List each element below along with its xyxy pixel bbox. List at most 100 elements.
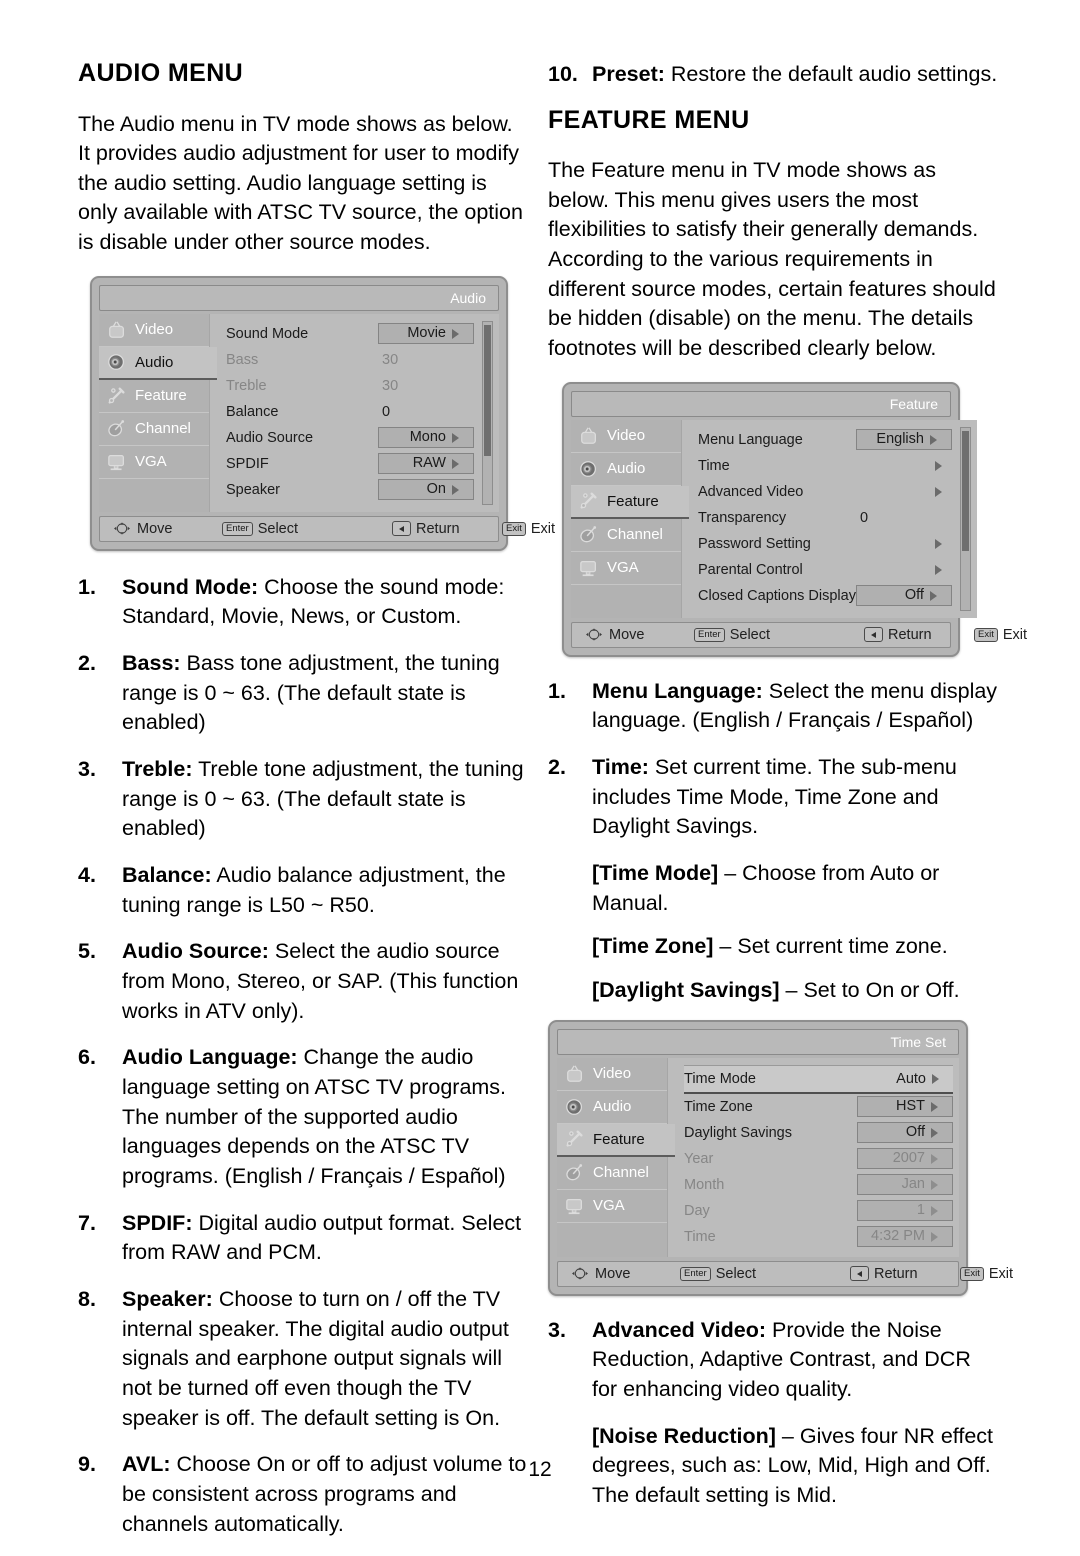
osd-row-submenu-arrow[interactable] <box>856 486 952 497</box>
osd-row[interactable]: Month Jan <box>684 1172 953 1198</box>
sidebar-item-feature[interactable]: Feature <box>557 1123 675 1157</box>
wrench-icon <box>566 1130 583 1147</box>
footer-move: Move <box>112 521 222 537</box>
osd-row[interactable]: Time <box>698 453 952 479</box>
footer-move-label: Move <box>595 1265 631 1282</box>
chevron-right-icon <box>931 1231 945 1242</box>
osd-row-value[interactable]: Movie <box>378 323 474 345</box>
sidebar-item-video[interactable]: Video <box>571 420 681 453</box>
speaker-icon <box>108 354 124 371</box>
osd-row[interactable]: Menu Language English <box>698 427 952 453</box>
osd-row[interactable]: Audio Source Mono <box>226 425 474 451</box>
osd-row[interactable]: Password Setting <box>698 531 952 557</box>
sidebar-item-channel[interactable]: Channel <box>571 519 681 552</box>
satellite-dish-icon <box>566 1163 583 1180</box>
osd-row-value-text: English <box>876 431 924 448</box>
sidebar-item-video[interactable]: Video <box>99 314 209 347</box>
osd-footer: Move Enter Select Return Exit Exit <box>571 621 1027 648</box>
osd-row-value[interactable]: Off <box>857 1122 953 1144</box>
osd-row-value[interactable]: Mono <box>378 427 474 449</box>
sidebar-item-vga[interactable]: VGA <box>557 1190 667 1223</box>
osd-row[interactable]: Transparency 0 <box>698 505 952 531</box>
left-arrow-key-badge <box>864 627 883 643</box>
sidebar-item-audio[interactable]: Audio <box>99 346 217 380</box>
sidebar-item-video[interactable]: Video <box>557 1058 667 1091</box>
osd-row-value[interactable]: Off <box>855 585 952 607</box>
footer-return-label: Return <box>416 520 460 537</box>
osd-row-value[interactable]: 2007 <box>857 1148 953 1170</box>
subnote: [Time Mode] – Choose from Auto or Manual… <box>548 859 1000 918</box>
osd-row-value[interactable]: English <box>855 429 952 451</box>
list-item-term: Treble: <box>122 757 193 782</box>
sidebar-item-audio[interactable]: Audio <box>557 1091 667 1124</box>
tv-icon <box>567 1065 583 1082</box>
sidebar-item-vga[interactable]: VGA <box>99 446 209 479</box>
scrollbar-thumb[interactable] <box>484 325 491 457</box>
list-item: 1. Menu Language: Select the menu display… <box>548 677 1000 736</box>
osd-row-value[interactable]: 1 <box>857 1200 953 1222</box>
feature-menu-intro-paragraph: The Feature menu in TV mode shows as bel… <box>548 158 996 361</box>
osd-row[interactable]: Balance 0 <box>226 399 474 425</box>
chevron-right-icon <box>931 1127 945 1138</box>
osd-row[interactable]: Daylight Savings Off <box>684 1120 953 1146</box>
chevron-right-icon <box>929 590 944 601</box>
osd-row[interactable]: Year 2007 <box>684 1146 953 1172</box>
osd-row-submenu-arrow[interactable] <box>856 460 952 471</box>
osd-scrollbar[interactable] <box>959 426 971 611</box>
dpad-icon <box>572 1267 588 1280</box>
list-item-term: Advanced Video: <box>592 1317 767 1342</box>
chevron-right-icon <box>931 1205 945 1216</box>
osd-row[interactable]: Time Mode Auto <box>684 1064 953 1094</box>
list-item: 4. Balance: Audio balance adjustment, the… <box>78 861 530 920</box>
list-item: 2. Bass: Bass tone adjustment, the tuning… <box>78 649 530 738</box>
osd-row-label: Month <box>684 1176 725 1193</box>
osd-row-value[interactable]: RAW <box>378 453 474 475</box>
osd-row-value-text: Mono <box>409 429 446 446</box>
osd-row[interactable]: Closed Captions Display Off <box>698 583 952 609</box>
osd-row[interactable]: Speaker On <box>226 477 474 503</box>
osd-row-value[interactable]: Auto <box>857 1071 953 1087</box>
sidebar-item-channel[interactable]: Channel <box>557 1157 667 1190</box>
footer-exit: Exit Exit <box>974 627 1027 643</box>
osd-row-label: Time Zone <box>684 1098 753 1115</box>
list-item-term: Time: <box>592 755 649 780</box>
osd-row[interactable]: Time Zone HST <box>684 1094 953 1120</box>
osd-panel: Menu Language English Time Advanced Video Tr… <box>681 419 977 618</box>
osd-row[interactable]: Parental Control <box>698 557 952 583</box>
osd-row-value[interactable]: 4:32 PM <box>857 1226 953 1248</box>
satellite-dish-icon <box>580 525 597 543</box>
sidebar-item-channel[interactable]: Channel <box>99 413 209 446</box>
osd-row-value[interactable]: On <box>378 479 474 501</box>
osd-row[interactable]: Time 4:32 PM <box>684 1224 953 1250</box>
sidebar-item-audio[interactable]: Audio <box>571 453 681 486</box>
osd-row-value-text: HST <box>896 1098 925 1115</box>
osd-row-value[interactable]: Jan <box>857 1174 953 1196</box>
sidebar-item-feature[interactable]: Feature <box>571 485 689 519</box>
osd-row-value[interactable]: HST <box>857 1096 953 1118</box>
list-item: 3. Advanced Video: Provide the Noise Redu… <box>548 1316 1000 1405</box>
footer-select: Enter Select <box>222 521 392 537</box>
scrollbar-thumb[interactable] <box>961 431 969 552</box>
chevron-right-icon <box>452 484 466 495</box>
osd-row[interactable]: SPDIF RAW <box>226 451 474 477</box>
osd-row[interactable]: Sound Mode Movie <box>226 321 474 347</box>
osd-row[interactable]: Advanced Video <box>698 479 952 505</box>
osd-row[interactable]: Day 1 <box>684 1198 953 1224</box>
osd-title-text: Time Set <box>890 1033 947 1050</box>
sidebar-item-label: Feature <box>593 1130 645 1148</box>
sidebar-item-feature[interactable]: Feature <box>99 380 209 413</box>
osd-row-submenu-arrow[interactable] <box>856 564 952 575</box>
sidebar-item-vga[interactable]: VGA <box>571 552 681 585</box>
osd-scrollbar[interactable] <box>482 320 493 505</box>
osd-rows: Time Mode Auto Time Zone HST Daylight Saving… <box>684 1064 953 1250</box>
sidebar-item-label: Video <box>593 1065 632 1083</box>
list-item-term: Audio Source: <box>122 939 269 964</box>
osd-row[interactable]: Bass 30 <box>226 347 474 373</box>
osd-row-label: Daylight Savings <box>684 1124 792 1141</box>
list-item: 10. Preset: Restore the default audio set… <box>548 60 1000 90</box>
list-item-number: 3. <box>78 757 96 782</box>
osd-row[interactable]: Treble 30 <box>226 373 474 399</box>
chevron-right-icon <box>934 538 949 549</box>
osd-row-submenu-arrow[interactable] <box>856 538 952 549</box>
chevron-right-icon <box>932 1073 946 1084</box>
